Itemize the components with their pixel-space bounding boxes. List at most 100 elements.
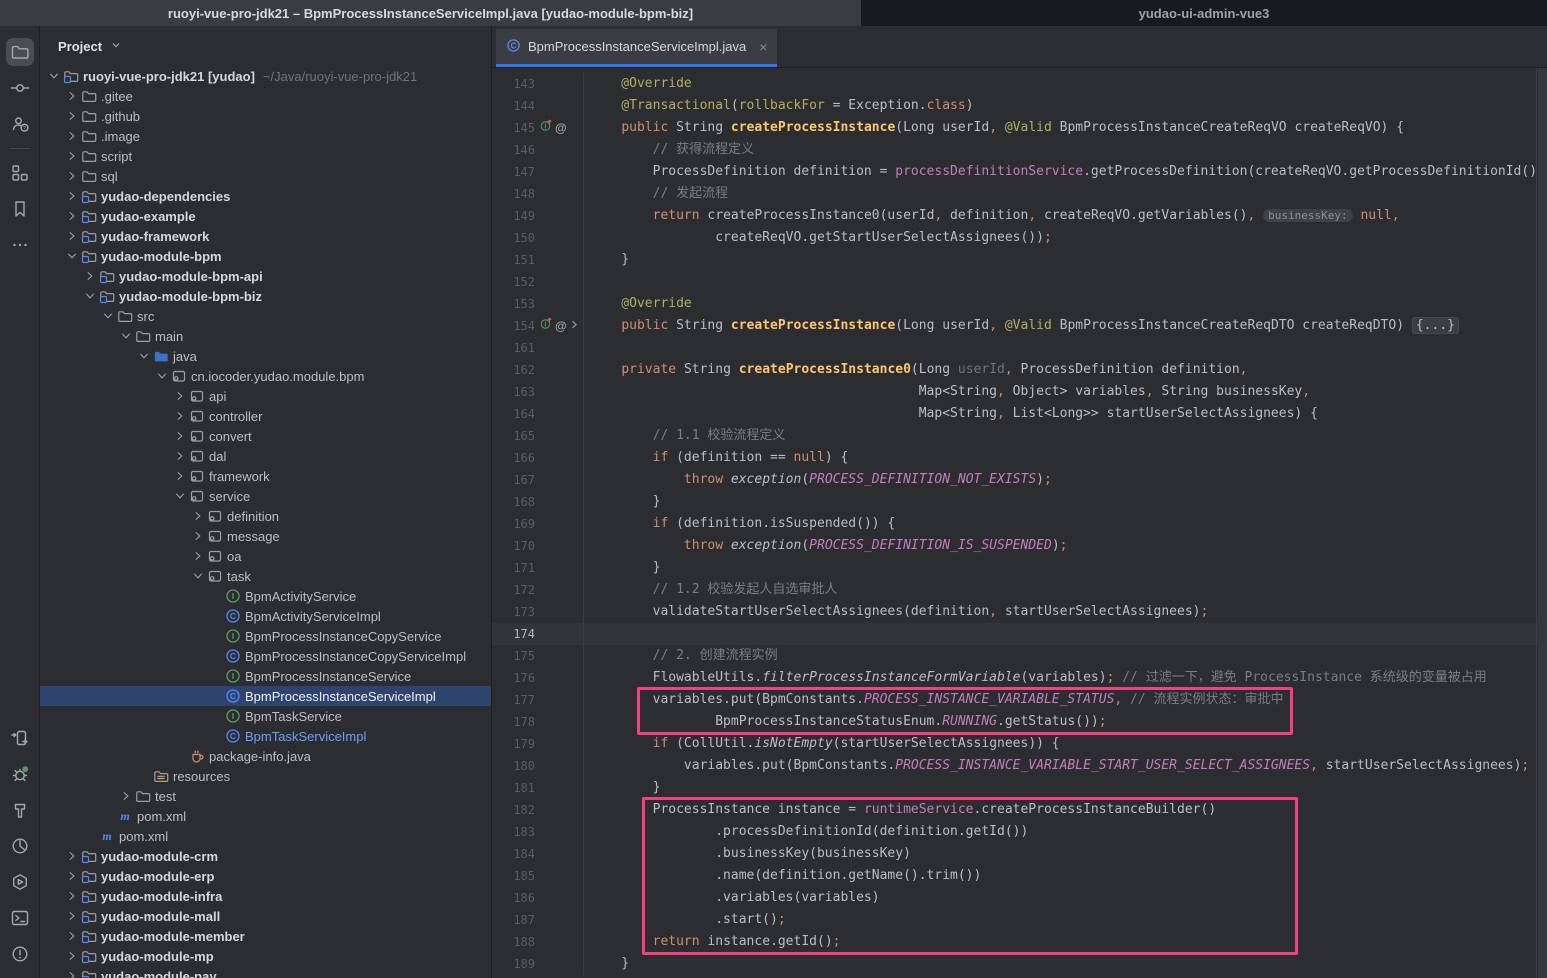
tree-item[interactable]: yudao-framework <box>40 226 491 246</box>
tree-item[interactable]: yudao-module-mall <box>40 906 491 926</box>
tree-item[interactable]: package-info.java <box>40 746 491 766</box>
code-line[interactable]: 144 @Transactional(rollbackFor = Excepti… <box>492 95 1547 117</box>
tree-item[interactable]: CBpmProcessInstanceServiceImpl <box>40 686 491 706</box>
editor-tab[interactable]: C BpmProcessInstanceServiceImpl.java × <box>496 29 777 67</box>
code-line[interactable]: 181 } <box>492 777 1547 799</box>
code-line[interactable]: 161 <box>492 337 1547 359</box>
chevron-right-icon[interactable] <box>64 110 80 122</box>
overrides-method-icon[interactable]: I <box>540 117 553 139</box>
tree-item[interactable]: IBpmProcessInstanceCopyService <box>40 626 491 646</box>
code-line[interactable]: 171 } <box>492 557 1547 579</box>
annotation-icon[interactable]: @ <box>555 117 567 139</box>
overrides-method-icon[interactable]: I <box>540 315 553 337</box>
run-windows-icon[interactable] <box>6 724 34 752</box>
tree-item[interactable]: .github <box>40 106 491 126</box>
code-line[interactable]: 170 throw exception(PROCESS_DEFINITION_I… <box>492 535 1547 557</box>
tree-item[interactable]: IBpmActivityService <box>40 586 491 606</box>
tree-item[interactable]: CBpmTaskServiceImpl <box>40 726 491 746</box>
code-line[interactable]: 148 // 发起流程 <box>492 183 1547 205</box>
line-number-gutter[interactable]: 172 <box>492 579 584 601</box>
close-icon[interactable]: × <box>759 39 767 55</box>
tree-item[interactable]: yudao-module-pay <box>40 966 491 978</box>
tree-item[interactable]: script <box>40 146 491 166</box>
tree-item[interactable]: framework <box>40 466 491 486</box>
chevron-down-icon[interactable] <box>82 290 98 302</box>
tree-item[interactable]: test <box>40 786 491 806</box>
tree-item[interactable]: yudao-module-crm <box>40 846 491 866</box>
problems-icon[interactable] <box>6 940 34 968</box>
line-number-gutter[interactable]: 180 <box>492 755 584 777</box>
chevron-right-icon[interactable] <box>64 130 80 142</box>
line-number-gutter[interactable]: 145I@ <box>492 117 584 139</box>
code-line[interactable]: 145I@ public String createProcessInstanc… <box>492 117 1547 139</box>
line-number-gutter[interactable]: 169 <box>492 513 584 535</box>
tree-item[interactable]: mpom.xml <box>40 826 491 846</box>
tree-item[interactable]: dal <box>40 446 491 466</box>
fold-arrow-icon[interactable] <box>569 315 580 337</box>
line-number-gutter[interactable]: 183 <box>492 821 584 843</box>
line-number-gutter[interactable]: 176 <box>492 667 584 689</box>
line-number-gutter[interactable]: 151 <box>492 249 584 271</box>
tree-item[interactable]: src <box>40 306 491 326</box>
line-number-gutter[interactable]: 164 <box>492 403 584 425</box>
chevron-down-icon[interactable] <box>118 330 134 342</box>
line-number-gutter[interactable]: 144 <box>492 95 584 117</box>
code-line[interactable]: 176 FlowableUtils.filterProcessInstanceF… <box>492 667 1547 689</box>
chevron-right-icon[interactable] <box>172 410 188 422</box>
code-line[interactable]: 169 if (definition.isSuspended()) { <box>492 513 1547 535</box>
code-line[interactable]: 143 @Override <box>492 73 1547 95</box>
chevron-right-icon[interactable] <box>64 150 80 162</box>
tree-item[interactable]: .image <box>40 126 491 146</box>
tree-item[interactable]: main <box>40 326 491 346</box>
line-number-gutter[interactable]: 146 <box>492 139 584 161</box>
line-number-gutter[interactable]: 165 <box>492 425 584 447</box>
code-line[interactable]: 185 .name(definition.getName().trim()) <box>492 865 1547 887</box>
tree-item[interactable]: controller <box>40 406 491 426</box>
chevron-right-icon[interactable] <box>190 550 206 562</box>
chevron-right-icon[interactable] <box>64 850 80 862</box>
tree-item[interactable]: yudao-module-erp <box>40 866 491 886</box>
tree-item[interactable]: definition <box>40 506 491 526</box>
chevron-down-icon[interactable] <box>100 310 116 322</box>
code-line[interactable]: 152 <box>492 271 1547 293</box>
tree-item[interactable]: CBpmProcessInstanceCopyServiceImpl <box>40 646 491 666</box>
line-number-gutter[interactable]: 166 <box>492 447 584 469</box>
chevron-right-icon[interactable] <box>64 210 80 222</box>
code-line[interactable]: 173 validateStartUserSelectAssignees(def… <box>492 601 1547 623</box>
line-number-gutter[interactable]: 170 <box>492 535 584 557</box>
terminal-icon[interactable] <box>6 904 34 932</box>
structure-icon[interactable] <box>6 159 34 187</box>
code-line[interactable]: 146 // 获得流程定义 <box>492 139 1547 161</box>
code-editor[interactable]: 143 @Override144 @Transactional(rollback… <box>492 68 1547 978</box>
line-number-gutter[interactable]: 154I@ <box>492 315 584 337</box>
code-line[interactable]: 179 if (CollUtil.isNotEmpty(startUserSel… <box>492 733 1547 755</box>
tree-item[interactable]: yudao-module-bpm-api <box>40 266 491 286</box>
code-line[interactable]: 162 private String createProcessInstance… <box>492 359 1547 381</box>
debug-icon[interactable] <box>6 760 34 788</box>
tree-item[interactable]: api <box>40 386 491 406</box>
code-line[interactable]: 147 ProcessDefinition definition = proce… <box>492 161 1547 183</box>
code-line[interactable]: 174 <box>492 623 1547 645</box>
line-number-gutter[interactable]: 174 <box>492 623 584 645</box>
chevron-right-icon[interactable] <box>172 390 188 402</box>
chevron-right-icon[interactable] <box>64 170 80 182</box>
line-number-gutter[interactable]: 162 <box>492 359 584 381</box>
tree-item[interactable]: IBpmProcessInstanceService <box>40 666 491 686</box>
line-number-gutter[interactable]: 181 <box>492 777 584 799</box>
annotation-icon[interactable]: @ <box>555 315 567 337</box>
line-number-gutter[interactable]: 171 <box>492 557 584 579</box>
code-line[interactable]: 153 @Override <box>492 293 1547 315</box>
tree-item[interactable]: yudao-module-bpm <box>40 246 491 266</box>
chevron-right-icon[interactable] <box>172 470 188 482</box>
chevron-right-icon[interactable] <box>172 450 188 462</box>
line-number-gutter[interactable]: 188 <box>492 931 584 953</box>
chevron-right-icon[interactable] <box>190 530 206 542</box>
project-panel-header[interactable]: Project <box>40 26 491 66</box>
line-number-gutter[interactable]: 185 <box>492 865 584 887</box>
chevron-right-icon[interactable] <box>64 90 80 102</box>
code-line[interactable]: 167 throw exception(PROCESS_DEFINITION_N… <box>492 469 1547 491</box>
line-number-gutter[interactable]: 184 <box>492 843 584 865</box>
code-line[interactable]: 180 variables.put(BpmConstants.PROCESS_I… <box>492 755 1547 777</box>
tree-item[interactable]: convert <box>40 426 491 446</box>
code-line[interactable]: 189 } <box>492 953 1547 975</box>
